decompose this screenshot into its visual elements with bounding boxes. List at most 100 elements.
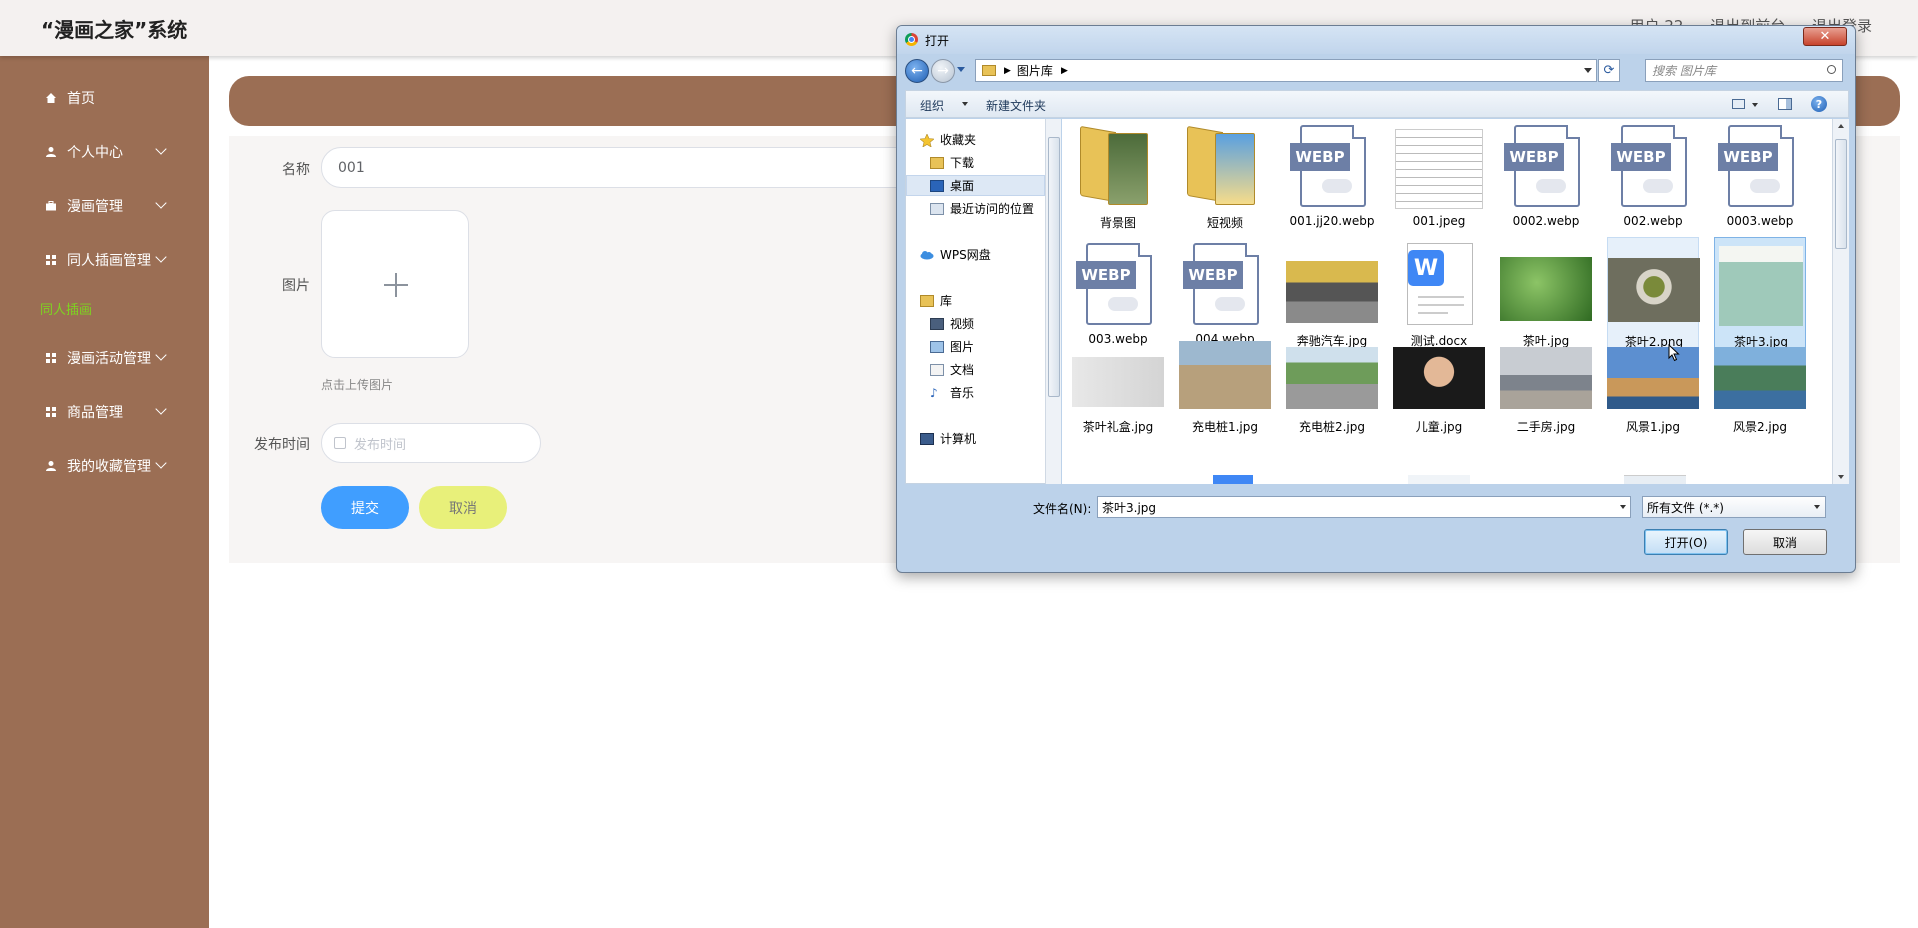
file-item[interactable]: 风景2.jpg [1714,339,1806,449]
recent-places-icon [930,202,944,215]
refresh-icon[interactable]: ⟳ [1598,59,1620,82]
sidebar-item-favorites-management[interactable]: 我的收藏管理 [0,451,209,481]
gift-box-photo-thumbnail [1072,357,1164,407]
nav-wps-cloud[interactable]: WPS网盘 [920,246,991,263]
preview-pane-icon[interactable] [1778,98,1792,110]
star-icon [919,132,935,148]
sidebar-item-comic-management[interactable]: 漫画管理 [0,191,209,221]
music-icon: ♪ [930,385,938,400]
submit-button[interactable]: 提交 [321,486,409,529]
forward-arrow-icon[interactable]: → [931,59,955,83]
help-icon[interactable]: ? [1811,96,1827,112]
file-item[interactable]: 充电桩1.jpg [1179,339,1271,449]
history-dropdown-icon[interactable] [957,67,965,72]
nav-desktop[interactable]: 桌面 [906,175,1045,196]
folder-icon [1080,125,1154,207]
sidebar: 首页 个人中心 漫画管理 同人插画管理 同人插画 漫画活动管理 商品管理 我的收… [0,56,209,928]
file-open-dialog: 打开 ✕ ← → ▶ 图片库 ▶ ⟳ 搜索 图片库 组织 新建文件夹 ? 收藏夹 [896,25,1856,573]
name-input[interactable]: 001 [321,147,961,188]
tea-photo-thumbnail [1500,257,1592,321]
file-item[interactable]: 茶叶.jpg [1500,243,1592,353]
documents-icon [930,363,944,376]
open-button[interactable]: 打开(O) [1644,529,1728,555]
tea-box-photo-thumbnail [1719,246,1803,326]
file-item[interactable]: 风景1.jpg [1607,339,1699,449]
scroll-down-icon[interactable] [1838,475,1844,479]
dialog-toolbar: 组织 新建文件夹 ? [905,90,1849,118]
new-folder-button[interactable]: 新建文件夹 [986,97,1046,114]
car-photo-thumbnail [1286,261,1378,323]
file-type-select[interactable]: 所有文件 (*.*) [1642,496,1826,518]
image-upload[interactable] [321,210,469,358]
chevron-down-icon [1814,505,1820,509]
chevron-down-icon[interactable] [1620,505,1626,509]
file-item[interactable]: WEBP 003.webp [1072,243,1164,353]
dialog-close-button[interactable]: ✕ [1803,27,1847,46]
library-icon [920,294,934,307]
grid-icon [44,351,58,365]
cloud-icon [920,249,934,261]
file-item[interactable]: 充电桩2.jpg [1286,339,1378,449]
upload-hint: 点击上传图片 [321,378,394,392]
nav-downloads[interactable]: 下载 [930,154,974,171]
file-item[interactable]: 茶叶礼盒.jpg [1072,339,1164,449]
home-icon [44,91,58,105]
chevron-down-icon[interactable] [1584,68,1592,73]
file-list-scrollbar[interactable] [1832,119,1849,484]
organize-button[interactable]: 组织 [920,97,944,114]
sidebar-subitem-fan-art[interactable]: 同人插画 [40,299,92,318]
file-item[interactable]: 二手房.jpg [1500,339,1592,449]
nav-pictures[interactable]: 图片 [930,338,974,355]
partial-thumbnail [1408,475,1470,484]
child-photo-thumbnail [1393,347,1485,409]
file-item[interactable]: WEBP 0002.webp [1500,125,1592,235]
nav-favorites[interactable]: 收藏夹 [919,131,976,148]
file-item[interactable]: 背景图 [1072,125,1164,235]
nav-videos[interactable]: 视频 [930,315,974,332]
file-item-selected[interactable]: 茶叶3.jpg [1714,237,1806,353]
charging-station-2-photo-thumbnail [1286,347,1378,409]
filename-input[interactable]: 茶叶3.jpg [1097,496,1631,518]
scroll-up-icon[interactable] [1838,124,1844,128]
file-item[interactable]: 001.jpeg [1393,125,1485,235]
file-item[interactable]: 儿童.jpg [1393,339,1485,449]
file-item[interactable]: 茶叶2.png [1607,237,1700,353]
partial-thumbnail [1213,475,1253,484]
sidebar-item-label: 漫画管理 [67,199,123,215]
address-row: ← → ▶ 图片库 ▶ ⟳ 搜索 图片库 [897,56,1855,86]
chevron-down-icon[interactable] [1752,103,1758,107]
dialog-cancel-button[interactable]: 取消 [1743,529,1827,555]
cancel-button[interactable]: 取消 [419,486,507,529]
back-arrow-icon[interactable]: ← [905,59,929,83]
file-item[interactable]: WEBP 004.webp [1179,243,1271,353]
webp-file-icon: WEBP [1290,125,1366,207]
file-item[interactable]: 短视频 [1179,125,1271,235]
mouse-cursor-icon [1668,344,1680,362]
briefcase-icon [44,199,58,213]
sidebar-item-fan-art-management[interactable]: 同人插画管理 [0,245,209,275]
nav-documents[interactable]: 文档 [930,361,974,378]
date-placeholder: 发布时间 [354,437,407,453]
file-item[interactable]: W 测试.docx [1393,243,1485,353]
file-item[interactable]: 奔驰汽车.jpg [1286,243,1378,353]
file-item[interactable]: WEBP 001.jj20.webp [1286,125,1378,235]
nav-music[interactable]: ♪ 音乐 [930,384,974,401]
file-item[interactable]: WEBP 002.webp [1607,125,1699,235]
publish-time-picker[interactable]: 发布时间 [321,423,541,463]
sidebar-item-product-management[interactable]: 商品管理 [0,397,209,427]
sidebar-item-personal-center[interactable]: 个人中心 [0,137,209,167]
address-path: 图片库 [1016,64,1053,78]
dialog-titlebar[interactable]: 打开 ✕ [897,26,1855,54]
view-mode-icon[interactable] [1732,99,1745,109]
file-item[interactable]: WEBP 0003.webp [1714,125,1806,235]
sidebar-item-home[interactable]: 首页 [0,83,209,113]
address-bar[interactable]: ▶ 图片库 ▶ [975,59,1597,82]
sidebar-item-label: 我的收藏管理 [67,459,151,475]
sidebar-item-label: 漫画活动管理 [67,351,151,367]
nav-recent-places[interactable]: 最近访问的位置 [930,200,1034,217]
sidebar-item-comic-activity-management[interactable]: 漫画活动管理 [0,343,209,373]
search-input[interactable]: 搜索 图片库 [1645,59,1843,82]
nav-pane-scrollbar[interactable] [1045,119,1061,484]
nav-computer[interactable]: 计算机 [920,430,976,447]
nav-libraries[interactable]: 库 [920,292,952,309]
